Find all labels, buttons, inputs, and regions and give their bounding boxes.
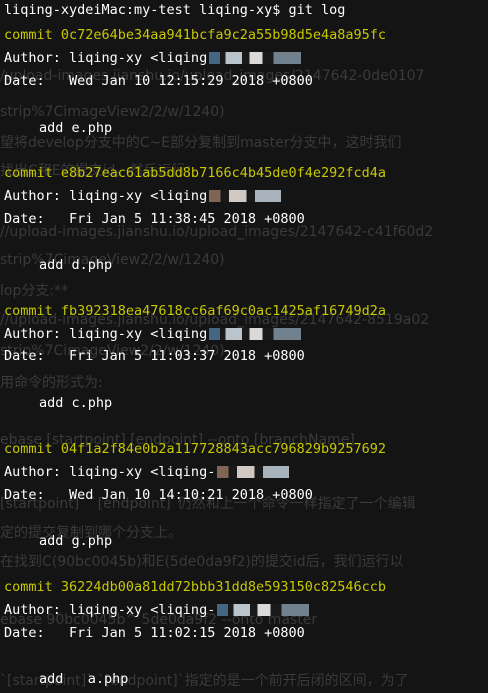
redacted-email xyxy=(209,52,302,64)
commit-author: Author: liqing-xy <liqing- xyxy=(4,464,290,480)
commit-message: add c.php xyxy=(39,395,113,411)
commit-author: Author: liqing-xy <liqing xyxy=(4,50,302,66)
commit-message: add g.php xyxy=(39,533,113,549)
commit-author: Author: liqing-xy <liqing- xyxy=(4,602,310,618)
commit-hash: commit fb392318ea47618cc6af69c0ac1425af1… xyxy=(4,303,387,319)
redacted-email xyxy=(217,466,290,478)
commit-message: add d.php xyxy=(39,257,113,273)
commit-hash: commit 0c72e64be34aa941bcfa9c2a55b98d5e4… xyxy=(4,27,387,43)
commit-author: Author: liqing-xy <liqing xyxy=(4,326,302,342)
commit-date: Date: Fri Jan 5 11:03:37 2018 +0800 xyxy=(4,348,305,364)
redacted-email xyxy=(209,190,282,202)
shell-prompt: liqing-xydeiMac:my-test liqing-xy$ git l… xyxy=(4,2,346,18)
terminal-window[interactable]: liqing-xydeiMac:my-test liqing-xy$ git l… xyxy=(0,0,488,693)
commit-message: add e.php xyxy=(39,120,113,136)
commit-date: Date: Fri Jan 5 11:02:15 2018 +0800 xyxy=(4,625,305,641)
commit-message: add a.php xyxy=(39,671,129,687)
commit-date: Date: Fri Jan 5 11:38:45 2018 +0800 xyxy=(4,211,305,227)
redacted-email xyxy=(217,604,310,616)
commit-date: Date: Wed Jan 10 12:15:29 2018 +0800 xyxy=(4,73,313,89)
commit-date: Date: Wed Jan 10 14:10:21 2018 +0800 xyxy=(4,487,313,503)
commit-hash: commit 04f1a2f84e0b2a117728843acc796829b… xyxy=(4,441,387,457)
redacted-email xyxy=(209,328,302,340)
commit-hash: commit e8b27eac61ab5dd8b7166c4b45de0f4e2… xyxy=(4,165,387,181)
commit-hash: commit 36224db00a81dd72bbb31dd8e593150c8… xyxy=(4,579,387,595)
commit-author: Author: liqing-xy <liqing xyxy=(4,188,282,204)
